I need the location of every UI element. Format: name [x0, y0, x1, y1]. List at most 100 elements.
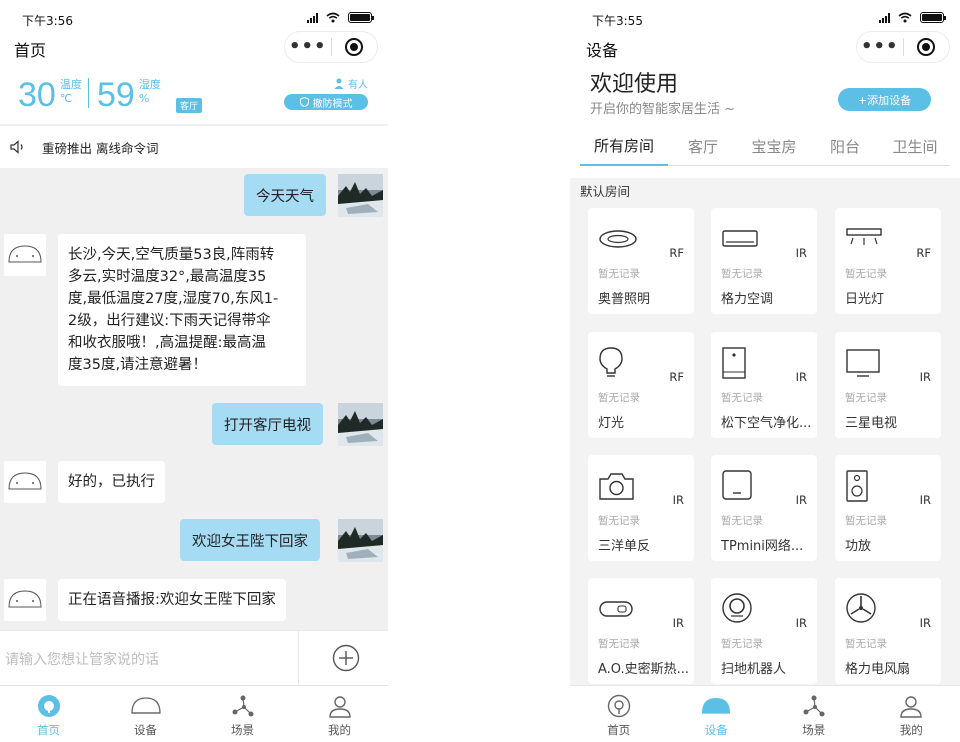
status-bar: 下午3:56: [0, 0, 388, 34]
notice-bar[interactable]: 重磅推出 离线命令词: [0, 126, 388, 168]
room-badge[interactable]: 客厅: [176, 98, 203, 113]
device-record: 暂无记录: [721, 268, 763, 280]
close-button[interactable]: [904, 38, 950, 56]
room-tab-living-room[interactable]: 客厅: [668, 126, 738, 166]
room-tabs: 所有房间 客厅 宝宝房 阳台 卫生间: [580, 126, 950, 166]
device-protocol: IR: [795, 246, 807, 260]
device-card[interactable]: IR 暂无记录 格力电风扇: [835, 578, 941, 684]
target-icon: [345, 38, 364, 56]
tab-scenes[interactable]: 场景: [765, 686, 863, 742]
device-name: 松下空气净化...: [721, 416, 812, 431]
device-name: 格力电风扇: [845, 662, 911, 677]
tab-label: 我的: [328, 723, 351, 737]
tab-home[interactable]: 首页: [0, 686, 97, 742]
tab-scenes[interactable]: 场景: [194, 686, 291, 742]
room-tab-nursery[interactable]: 宝宝房: [738, 126, 810, 166]
speaker-icon: [10, 140, 23, 154]
device-card[interactable]: IR 暂无记录 三洋单反: [588, 455, 694, 561]
device-dome-icon: [702, 698, 731, 714]
bot-message-line: 2级，出行建议:下雨天记得带伞: [68, 313, 271, 329]
device-card[interactable]: IR 暂无记录 A.O.史密斯热...: [588, 578, 694, 684]
water-heater-icon: [599, 601, 633, 617]
bot-message-line: 多云,实时温度32°,最高温度35: [68, 269, 267, 285]
device-name: 三星电视: [845, 416, 898, 431]
sensor-divider: [88, 78, 89, 108]
chat-input[interactable]: 请输入您想让管家说的话: [5, 649, 159, 669]
device-name: 三洋单反: [598, 539, 651, 554]
status-time: 下午3:56: [22, 14, 73, 28]
bot-message-line: 度,最低温度27度,湿度70,东风1-: [68, 291, 279, 307]
device-record: 暂无记录: [721, 638, 763, 650]
device-protocol: IR: [795, 493, 807, 507]
miniprogram-capsule: •••: [284, 31, 378, 63]
tab-label: 场景: [231, 723, 254, 737]
tab-profile[interactable]: 我的: [291, 686, 388, 742]
tab-home[interactable]: 首页: [570, 686, 668, 742]
robot-dome-icon: [8, 590, 42, 608]
close-button[interactable]: [332, 38, 378, 56]
device-card[interactable]: IR 暂无记录 TPmini网络...: [711, 455, 817, 561]
user-icon: [900, 696, 922, 718]
tab-devices[interactable]: 设备: [668, 686, 766, 742]
room-tab-balcony[interactable]: 阳台: [810, 126, 880, 166]
bot-avatar: [4, 461, 46, 503]
temperature-value: 30: [18, 76, 56, 114]
temperature-unit: ℃: [59, 92, 73, 105]
device-card[interactable]: RF 暂无记录 日光灯: [835, 208, 941, 314]
device-card[interactable]: IR 暂无记录 扫地机器人: [711, 578, 817, 684]
bot-avatar: [4, 234, 46, 276]
device-record: 暂无记录: [598, 268, 640, 280]
user-message: 今天天气: [244, 174, 326, 216]
home-header: 下午3:56 首页 ••• 30 温度 ℃ 59 湿度% 客厅 有人 撤防模式: [0, 0, 388, 124]
device-name: 扫地机器人: [721, 662, 787, 677]
device-card[interactable]: IR 暂无记录 三星电视: [835, 332, 941, 438]
air-purifier-icon: [722, 347, 746, 379]
presence-label: 有人: [348, 80, 368, 91]
section-label: 默认房间: [580, 184, 631, 199]
room-tab-all[interactable]: 所有房间: [580, 126, 668, 166]
device-dome-icon: [130, 697, 161, 714]
bot-message-line: 和收衣服哦！,高温提醒:最高温: [68, 335, 266, 351]
person-icon: [334, 78, 344, 89]
device-protocol: RF: [669, 370, 684, 384]
device-record: 暂无记录: [845, 392, 887, 404]
tab-bar: 首页 设备 场景 我的: [0, 685, 388, 742]
bot-message: 正在语音播报:欢迎女王陛下回家: [58, 579, 286, 621]
device-protocol: IR: [919, 493, 931, 507]
device-name: TPmini网络...: [721, 539, 804, 554]
tab-label: 设备: [704, 723, 728, 737]
device-card[interactable]: RF 暂无记录 灯光: [588, 332, 694, 438]
device-card[interactable]: IR 暂无记录 功放: [835, 455, 941, 561]
temperature-reading: 30 温度 ℃: [18, 76, 82, 114]
device-name: A.O.史密斯热...: [598, 662, 690, 677]
device-header: 下午3:55 设备 ••• 欢迎使用 开启你的智能家居生活 ~ +添加设备 所有…: [570, 0, 960, 178]
device-record: 暂无记录: [721, 392, 763, 404]
add-device-button[interactable]: +添加设备: [838, 88, 931, 111]
room-tab-bathroom[interactable]: 卫生间: [880, 126, 950, 166]
signal-icon: [307, 12, 318, 23]
device-record: 暂无记录: [598, 392, 640, 404]
device-record: 暂无记录: [845, 268, 887, 280]
user-icon: [328, 696, 351, 718]
tab-profile[interactable]: 我的: [863, 686, 960, 742]
bulb-icon: [599, 347, 623, 377]
device-card[interactable]: IR 暂无记录 松下空气净化...: [711, 332, 817, 438]
device-card[interactable]: IR 暂无记录 格力空调: [711, 208, 817, 314]
add-icon[interactable]: [332, 644, 360, 672]
device-card[interactable]: RF 暂无记录 奥普照明: [588, 208, 694, 314]
device-protocol: RF: [669, 246, 684, 260]
bot-avatar: [4, 579, 46, 621]
disarm-mode-button[interactable]: 撤防模式: [284, 94, 368, 110]
battery-icon: [920, 12, 946, 23]
tab-devices[interactable]: 设备: [97, 686, 194, 742]
bot-message-line: 长沙,今天,空气质量53良,阵雨转: [68, 247, 275, 263]
user-avatar: [338, 519, 383, 562]
tab-label: 首页: [37, 723, 60, 737]
speaker-box-icon: [846, 470, 868, 502]
more-button[interactable]: •••: [285, 31, 331, 63]
user-avatar: [338, 403, 383, 446]
more-button[interactable]: •••: [857, 31, 903, 63]
tab-label: 设备: [134, 723, 157, 737]
target-icon: [917, 38, 936, 56]
device-protocol: IR: [795, 370, 807, 384]
